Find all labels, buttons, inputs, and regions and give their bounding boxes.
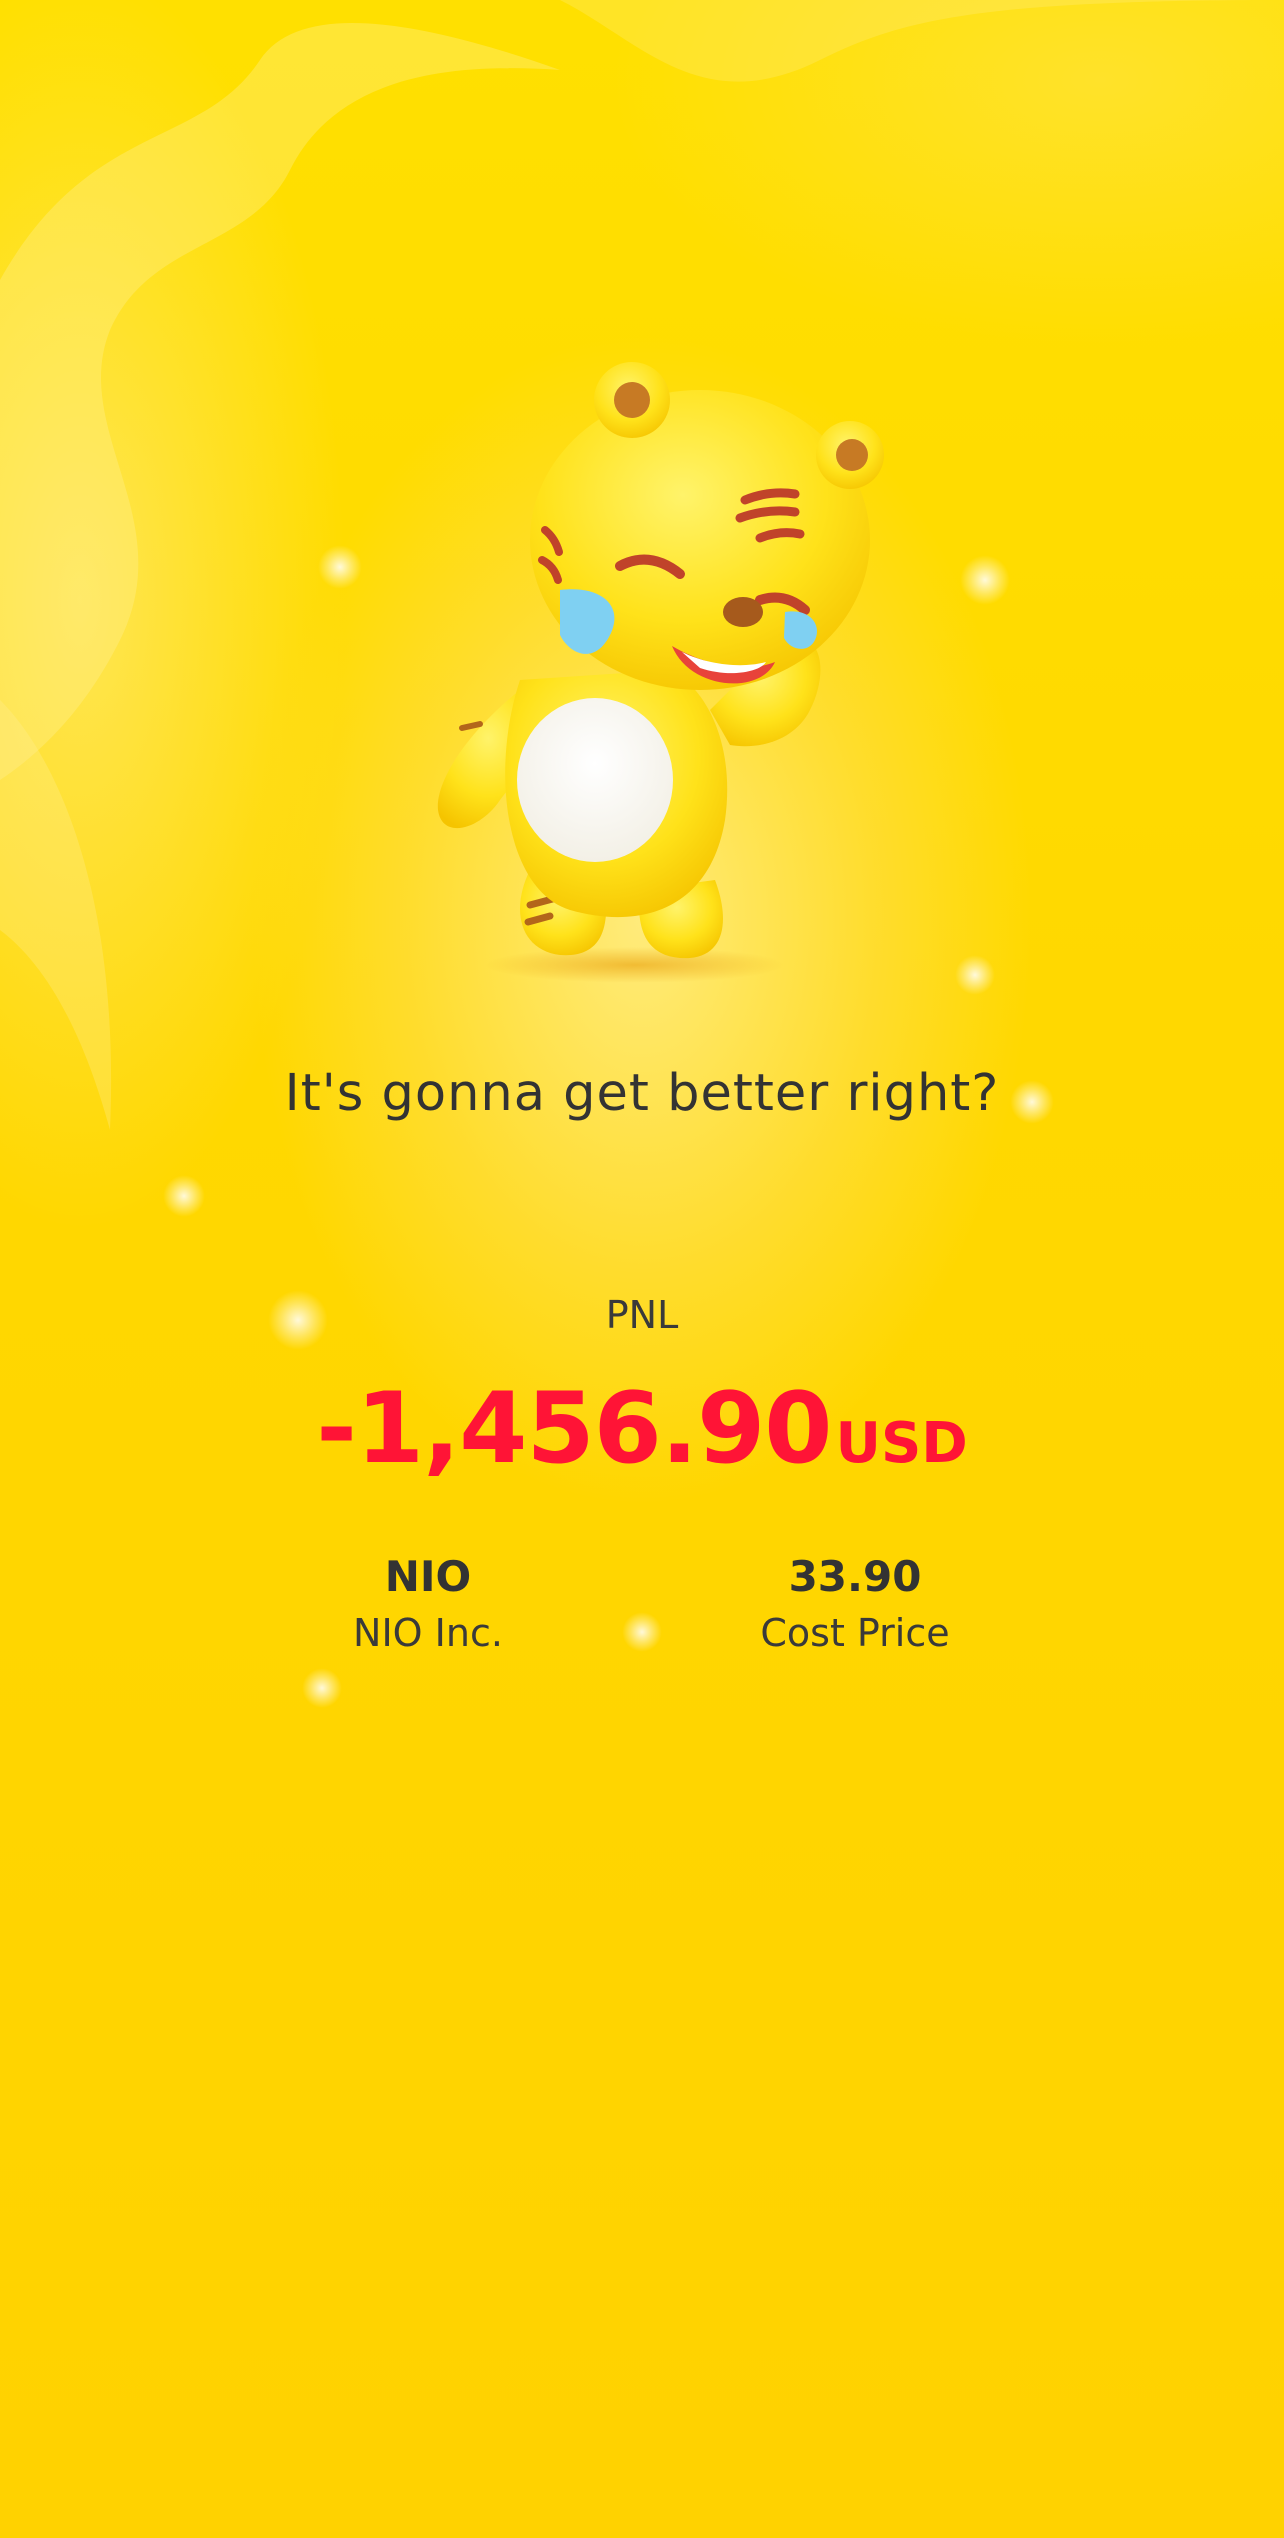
pnl-currency: USD [835, 1411, 968, 1476]
pnl-value: -1,456.90USD [0, 1372, 1284, 1486]
sparkle [955, 955, 995, 995]
sparkle [318, 545, 362, 589]
sparkle [163, 1175, 205, 1217]
cost-info: 33.90 Cost Price [655, 1552, 1055, 1655]
sparkle [302, 1668, 342, 1708]
cost-price-label: Cost Price [760, 1611, 950, 1655]
cost-price-value: 33.90 [788, 1552, 922, 1601]
pnl-share-card: It's gonna get better right? PNL -1,456.… [0, 0, 1284, 2538]
stock-ticker: NIO [384, 1552, 472, 1601]
headline: It's gonna get better right? [284, 1064, 1000, 1123]
sparkle [960, 555, 1010, 605]
stock-info: NIO NIO Inc. [228, 1552, 628, 1655]
stock-name: NIO Inc. [353, 1611, 503, 1655]
pnl-label: PNL [605, 1293, 679, 1337]
crying-tiger-mascot-icon [437, 362, 884, 983]
pnl-amount: -1,456.90 [316, 1372, 832, 1486]
